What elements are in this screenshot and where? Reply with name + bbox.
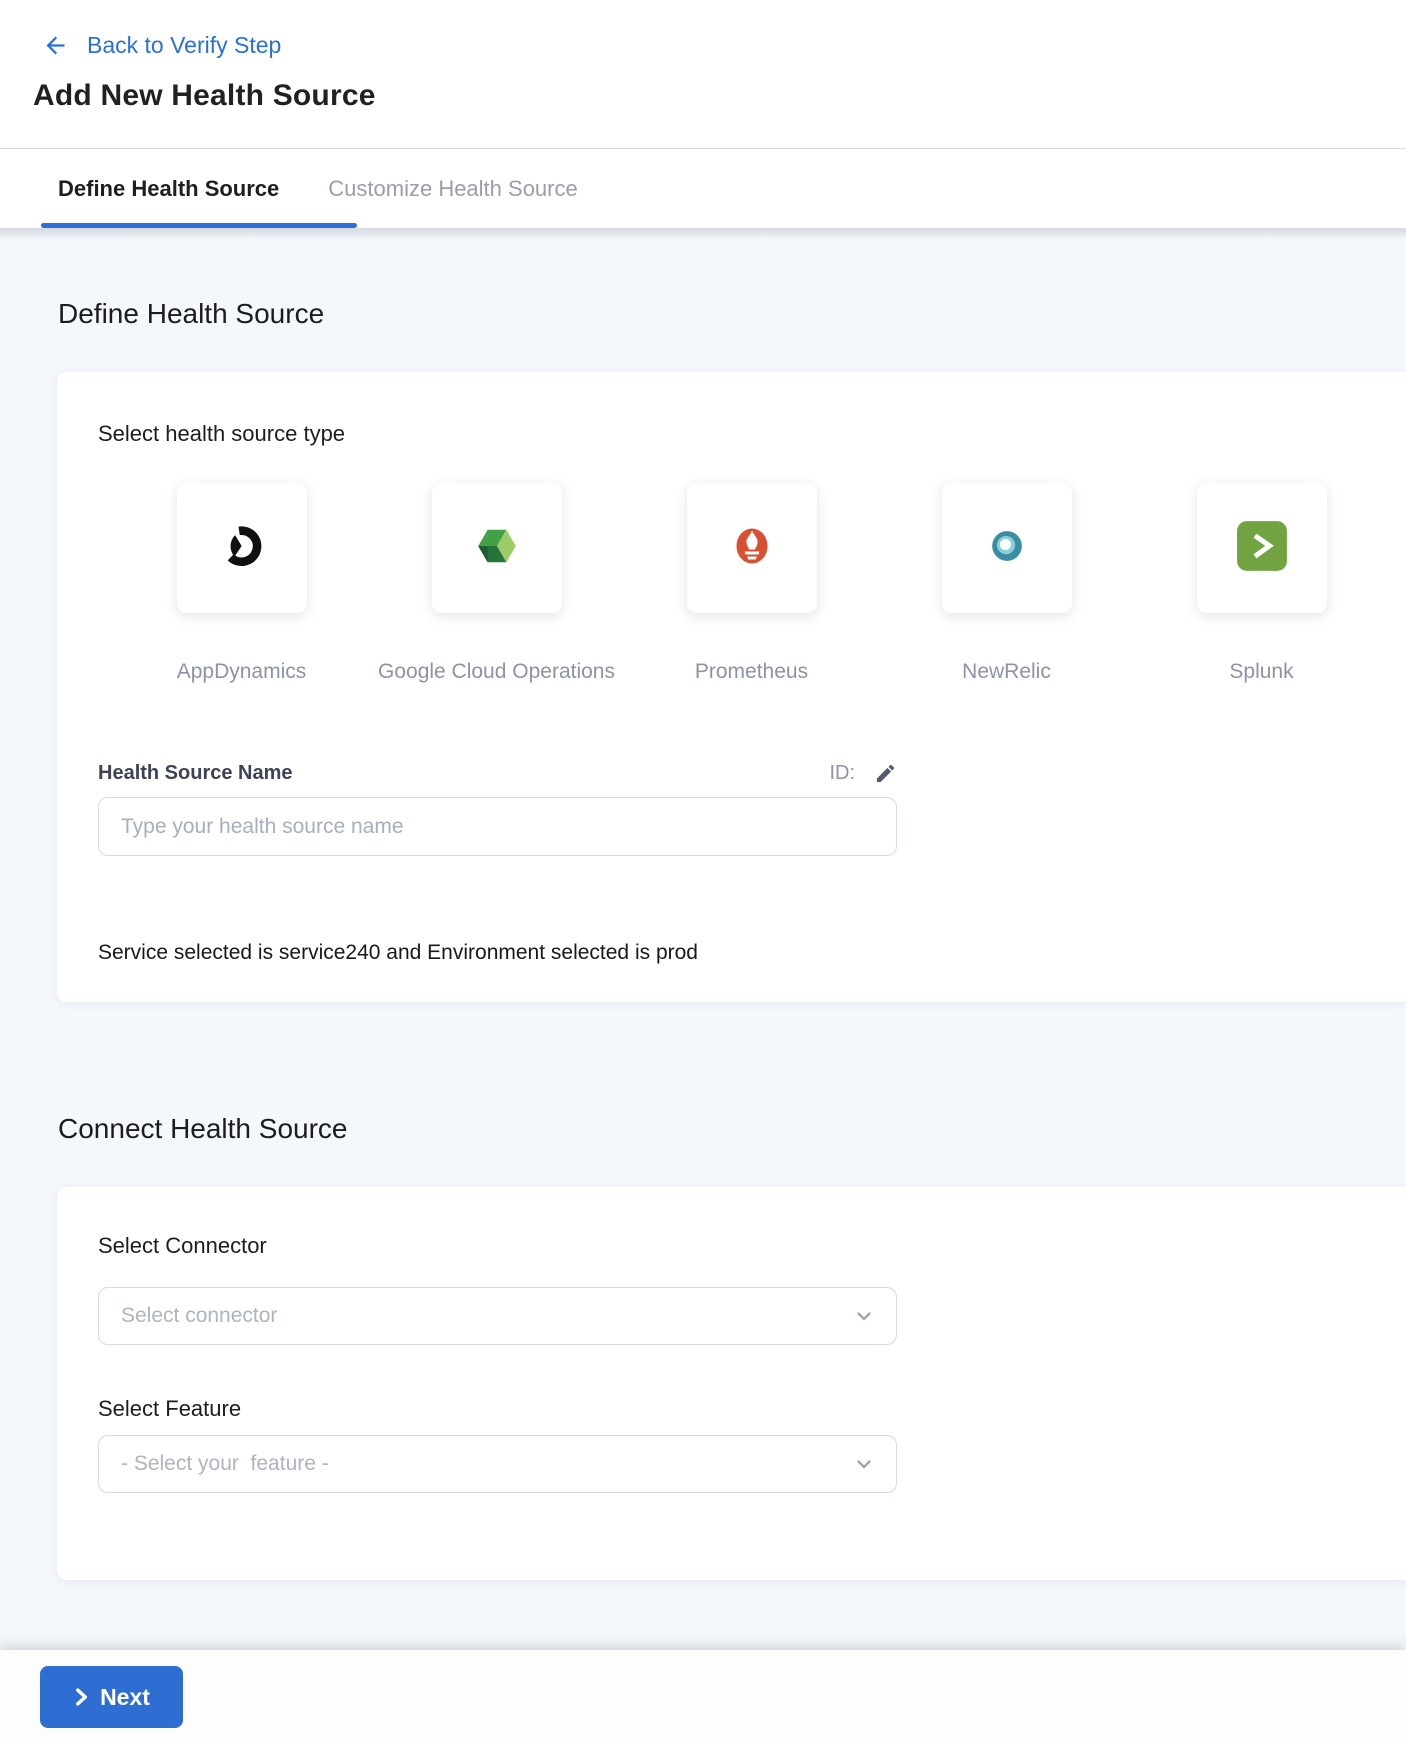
appdynamics-tile[interactable] (177, 483, 307, 613)
define-section-heading: Define Health Source (58, 297, 1406, 331)
service-environment-note: Service selected is service240 and Envir… (98, 940, 1406, 966)
connect-health-source-card: Select Connector Select connector Select… (57, 1187, 1406, 1580)
prometheus-label: Prometheus (695, 660, 808, 684)
tab-customize-health-source[interactable]: Customize Health Source (328, 176, 577, 202)
id-label: ID: (829, 760, 855, 786)
newrelic-tile[interactable] (942, 483, 1072, 613)
chevron-down-icon (852, 1304, 876, 1328)
header: Back to Verify Step Add New Health Sourc… (0, 0, 1406, 149)
footer-bar: Next (0, 1650, 1406, 1744)
select-connector-label: Select Connector (98, 1232, 1406, 1260)
splunk-label: Splunk (1229, 660, 1293, 684)
newrelic-label: NewRelic (962, 660, 1051, 684)
connect-section-heading: Connect Health Source (58, 1112, 1406, 1146)
chevron-down-icon (852, 1452, 876, 1476)
feature-select[interactable]: - Select your feature - (98, 1435, 897, 1493)
select-feature-label: Select Feature (98, 1395, 1406, 1423)
newrelic-icon (984, 523, 1030, 574)
arrow-left-icon (42, 32, 69, 59)
tab-define-health-source[interactable]: Define Health Source (58, 176, 279, 202)
google-cloud-operations-icon (472, 521, 522, 576)
tab-bar: Define Health Source Customize Health So… (0, 149, 1406, 228)
select-health-source-type-label: Select health source type (98, 420, 1406, 448)
health-source-name-input[interactable] (98, 797, 897, 856)
add-health-source-page: Back to Verify Step Add New Health Sourc… (0, 0, 1406, 1744)
main-content: Define Health Source Select health sourc… (0, 228, 1406, 1650)
page-title: Add New Health Source (33, 79, 1406, 113)
health-source-name-row: Health Source Name ID: (98, 760, 897, 786)
feature-select-placeholder: - Select your feature - (121, 1452, 329, 1476)
appdynamics-label: AppDynamics (177, 660, 307, 684)
splunk-icon (1236, 520, 1288, 577)
health-source-option-appdynamics: AppDynamics (114, 483, 369, 684)
back-link-label: Back to Verify Step (87, 32, 281, 59)
health-source-option-google-cloud-operations: Google Cloud Operations (369, 483, 624, 684)
health-source-name-label: Health Source Name (98, 760, 293, 786)
connector-select-placeholder: Select connector (121, 1304, 277, 1328)
back-to-verify-link[interactable]: Back to Verify Step (0, 0, 1406, 59)
appdynamics-icon (219, 523, 265, 574)
google-cloud-operations-tile[interactable] (432, 483, 562, 613)
prometheus-tile[interactable] (687, 483, 817, 613)
health-source-option-splunk: Splunk (1134, 483, 1389, 684)
edit-id-pencil-icon[interactable] (874, 762, 897, 785)
prometheus-icon (728, 522, 776, 575)
next-button[interactable]: Next (40, 1666, 183, 1728)
google-cloud-operations-label: Google Cloud Operations (378, 660, 615, 684)
splunk-tile[interactable] (1197, 483, 1327, 613)
health-source-option-newrelic: NewRelic (879, 483, 1134, 684)
health-source-type-row: AppDynamics Google Cloud (114, 483, 1406, 684)
define-health-source-card: Select health source type AppDynamics (57, 372, 1406, 1002)
health-source-option-prometheus: Prometheus (624, 483, 879, 684)
connector-select[interactable]: Select connector (98, 1287, 897, 1345)
next-button-label: Next (100, 1684, 150, 1711)
chevron-right-icon (73, 1687, 90, 1707)
id-group: ID: (829, 760, 897, 786)
